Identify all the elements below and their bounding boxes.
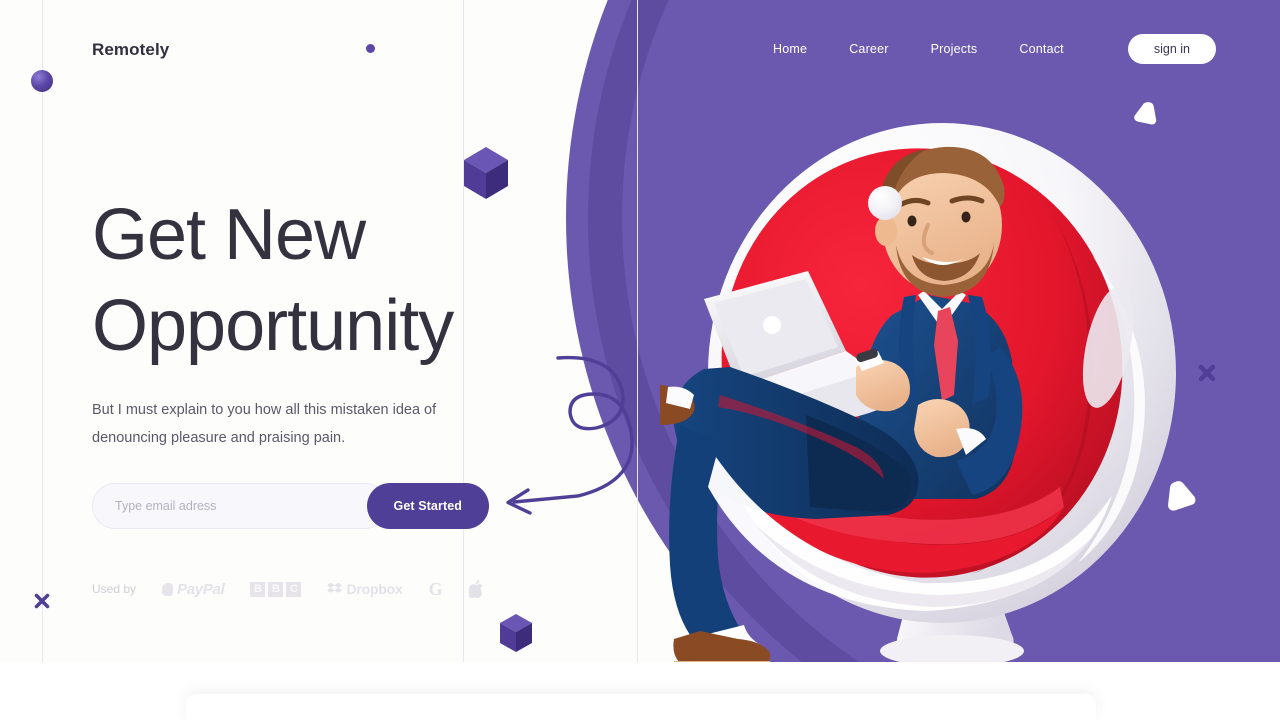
- logo-paypal: PayPal: [161, 581, 225, 598]
- top-navigation: Remotely Home Career Projects Contact si…: [0, 0, 1280, 98]
- vertical-guide-line-3: [637, 0, 638, 662]
- hero-section: Remotely Home Career Projects Contact si…: [0, 0, 1280, 662]
- nav-links-group: Home Career Projects Contact sign in: [773, 33, 1216, 65]
- used-by-label: Used by: [92, 582, 137, 597]
- nav-link-projects[interactable]: Projects: [931, 42, 978, 56]
- paypal-icon: [161, 582, 174, 596]
- used-by-row: Used by PayPal B B C Dropbox G: [92, 579, 552, 600]
- logo-apple: [468, 580, 484, 599]
- bottom-content-card: [186, 694, 1096, 720]
- dropbox-icon: [327, 582, 343, 593]
- purple-cube-small-icon: [498, 612, 534, 654]
- page-title: Get New Opportunity: [92, 195, 454, 367]
- bbc-letter-b2: B: [268, 581, 284, 597]
- vertical-guide-line-1: [42, 0, 43, 662]
- nav-link-home[interactable]: Home: [773, 42, 807, 56]
- email-signup-form: Get Started: [92, 482, 489, 529]
- hero-content: Get New Opportunity But I must explain t…: [92, 190, 552, 600]
- sign-in-button[interactable]: sign in: [1127, 33, 1216, 65]
- landing-page: Remotely Home Career Projects Contact si…: [0, 0, 1280, 720]
- brand-logo[interactable]: Remotely: [92, 41, 169, 58]
- logo-dropbox: Dropbox: [327, 581, 403, 597]
- white-sphere-decoration: [868, 186, 902, 220]
- get-started-button[interactable]: Get Started: [366, 482, 489, 529]
- hero-illustration: [616, 95, 1240, 662]
- nav-link-contact[interactable]: Contact: [1019, 42, 1063, 56]
- white-triangle-icon-2: [1163, 478, 1197, 512]
- hero-subtext: But I must explain to you how all this m…: [92, 401, 437, 446]
- purple-x-icon-small: [1196, 362, 1218, 384]
- email-input[interactable]: [92, 482, 388, 529]
- bbc-letter-c: C: [286, 581, 302, 597]
- logo-google: G: [428, 578, 443, 599]
- bbc-letter-b1: B: [250, 581, 266, 597]
- shoe: [673, 631, 771, 662]
- purple-x-icon: [33, 592, 51, 610]
- apple-icon: [468, 580, 483, 599]
- logo-bbc: B B C: [250, 581, 302, 597]
- nav-link-career[interactable]: Career: [849, 42, 888, 56]
